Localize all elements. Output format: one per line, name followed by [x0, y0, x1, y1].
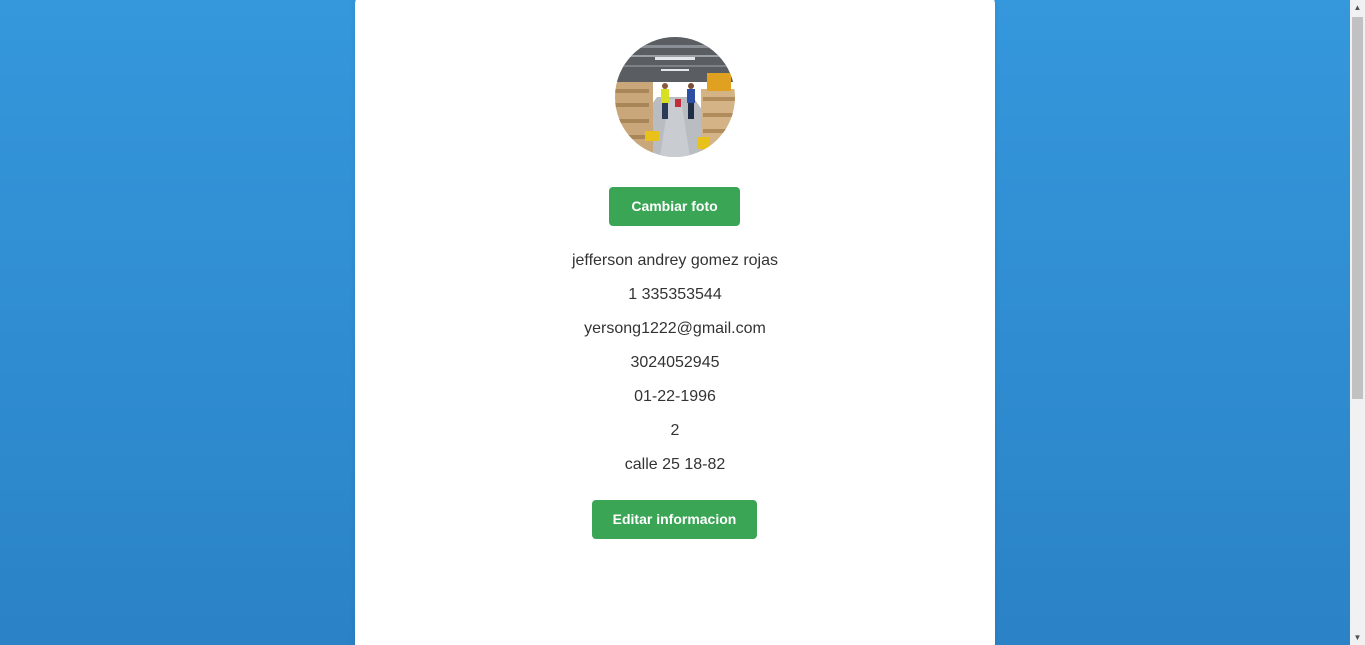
profile-name: jefferson andrey gomez rojas: [571, 252, 779, 269]
down-arrow-icon[interactable]: ▼: [1350, 630, 1365, 645]
profile-birth-date: 01-22-1996: [634, 388, 716, 405]
profile-phone: 3024052945: [630, 354, 720, 371]
profile-photo: [615, 37, 735, 157]
profile-address: calle 25 18-82: [624, 456, 726, 473]
up-arrow-icon[interactable]: ▲: [1350, 0, 1365, 15]
change-photo-button[interactable]: Cambiar foto: [609, 187, 740, 226]
scrollbar-thumb[interactable]: [1352, 17, 1363, 399]
profile-document: 1 335353544: [628, 286, 722, 303]
profile-number: 2: [670, 422, 680, 439]
warehouse-photo-image: [615, 37, 735, 157]
profile-email: yersong1222@gmail.com: [584, 320, 766, 337]
profile-card: Cambiar foto jefferson andrey gomez roja…: [355, 0, 995, 645]
page-scrollbar[interactable]: ▲ ▼: [1350, 0, 1365, 645]
edit-info-button[interactable]: Editar informacion: [592, 500, 757, 539]
